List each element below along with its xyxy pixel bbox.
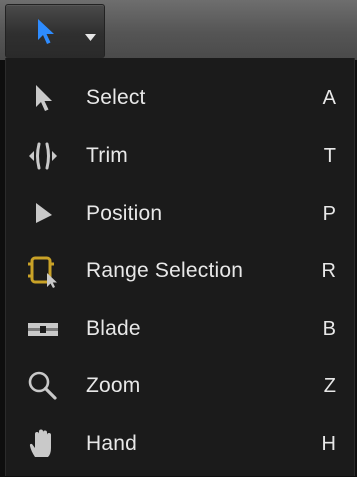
menu-item-label: Select (86, 86, 146, 109)
tool-selector-button[interactable] (5, 4, 105, 58)
menu-item-hand[interactable]: Hand H (6, 416, 354, 470)
select-arrow-icon (36, 85, 52, 111)
shortcut-key: P (322, 203, 336, 225)
menu-item-label: Range Selection (86, 259, 244, 282)
hand-icon (29, 429, 51, 457)
tools-menu: Select A Trim T Position P Range Selecti… (5, 58, 355, 476)
menu-item-label: Blade (86, 317, 141, 340)
menu-item-label: Hand (86, 432, 138, 455)
blade-icon (28, 323, 58, 336)
shortcut-key: B (322, 318, 336, 340)
menu-item-blade[interactable]: Blade B (6, 301, 354, 355)
menu-item-zoom[interactable]: Zoom Z (6, 358, 354, 412)
position-arrow-icon (36, 203, 52, 223)
select-arrow-icon (38, 19, 54, 44)
toolbar (0, 0, 357, 60)
menu-item-select[interactable]: Select A (6, 70, 354, 124)
menu-item-label: Position (86, 202, 163, 225)
menu-item-trim[interactable]: Trim T (6, 128, 354, 182)
menu-item-range-selection[interactable]: Range Selection R (6, 243, 354, 297)
shortcut-key: A (322, 87, 336, 109)
range-selection-icon (28, 256, 57, 288)
magnifier-icon (28, 371, 57, 400)
shortcut-key: H (321, 433, 336, 455)
trim-icon (29, 142, 57, 170)
chevron-down-icon (85, 34, 96, 41)
menu-item-label: Trim (86, 144, 129, 167)
shortcut-key: Z (323, 375, 336, 397)
menu-item-position[interactable]: Position P (6, 186, 354, 240)
menu-item-label: Zoom (86, 374, 141, 397)
shortcut-key: R (321, 260, 336, 282)
shortcut-key: T (323, 145, 336, 167)
